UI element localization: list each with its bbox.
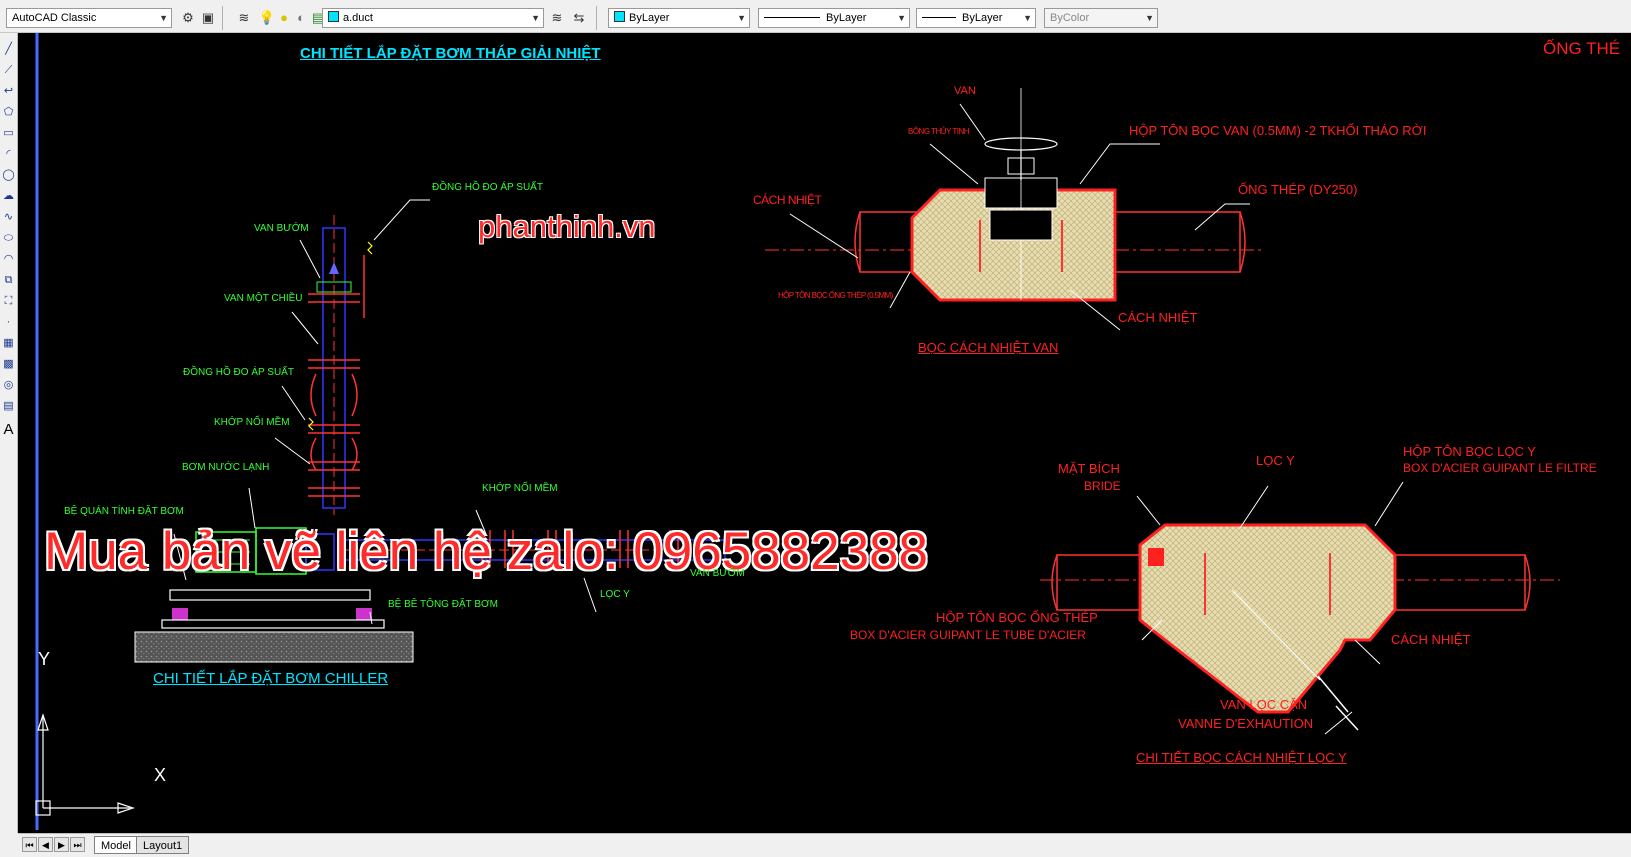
construction-line-icon[interactable]: ⟋ <box>2 64 15 77</box>
properties-toolbar: AutoCAD Classic ▼ ⚙ ▣ ≋ 💡 ● ◐ ▤ a.duct ▼ ≋… <box>0 0 1631 33</box>
lineweight-select[interactable]: ByLayer ▼ <box>916 8 1036 28</box>
layout-tabs-bar: ⏮ ◀ ▶ ⏭ Model Layout1 <box>18 833 1631 857</box>
valve-insulation-detail <box>765 88 1265 331</box>
linetype-preview <box>764 17 820 18</box>
linetype-value: ByLayer <box>826 12 867 24</box>
multiline-text-icon[interactable]: A <box>2 422 15 437</box>
layer-color-swatch <box>328 11 339 22</box>
first-tab-icon[interactable]: ⏮ <box>22 837 37 852</box>
next-tab-icon[interactable]: ▶ <box>54 837 69 852</box>
arc-icon[interactable]: ◜ <box>2 148 15 161</box>
point-icon[interactable]: · <box>2 316 15 329</box>
layer-freeze-icon[interactable]: ● <box>275 9 293 27</box>
workspace-settings-icon[interactable]: ⚙ <box>179 9 197 27</box>
region-icon[interactable]: ◎ <box>2 379 15 392</box>
ellipse-icon[interactable]: ⬭ <box>2 232 15 245</box>
chevron-down-icon: ▼ <box>531 13 540 23</box>
table-icon[interactable]: ▤ <box>2 400 15 413</box>
drawing-canvas[interactable]: CHI TIẾT LẮP ĐẶT BƠM THÁP GIẢI NHIỆT ỐNG… <box>18 33 1631 833</box>
linetype-select[interactable]: ByLayer ▼ <box>758 8 910 28</box>
draw-toolbar: ╱ ⟋ ↩ ⬠ ▭ ◜ ◯ ☁ ∿ ⬭ ◠ ⧉ ⛶ · ▦ ▩ ◎ ▤ A <box>0 33 18 833</box>
revision-cloud-icon[interactable]: ☁ <box>2 190 15 203</box>
circle-icon[interactable]: ◯ <box>2 169 15 182</box>
layer-lock-icon[interactable]: ◐ <box>292 9 310 27</box>
ellipse-arc-icon[interactable]: ◠ <box>2 253 15 266</box>
tab-model[interactable]: Model <box>94 836 138 854</box>
make-current-layer-icon[interactable]: ≋ <box>548 9 566 27</box>
layer-select[interactable]: a.duct ▼ <box>322 8 544 28</box>
layer-previous-icon[interactable]: ⇆ <box>570 9 588 27</box>
chevron-down-icon: ▼ <box>737 13 746 23</box>
toolbar-separator <box>596 6 597 30</box>
ucs-icon <box>35 713 135 816</box>
chevron-down-icon: ▼ <box>1023 13 1032 23</box>
lineweight-value: ByLayer <box>962 12 1003 24</box>
polygon-icon[interactable]: ⬠ <box>2 106 15 119</box>
rectangle-icon[interactable]: ▭ <box>2 127 15 140</box>
drawing-svg <box>35 33 1560 830</box>
color-value: ByLayer <box>629 12 670 24</box>
layer-on-icon[interactable]: 💡 <box>258 9 276 27</box>
polyline-icon[interactable]: ↩ <box>2 85 15 98</box>
workspace-select[interactable]: AutoCAD Classic ▼ <box>6 8 172 28</box>
lineweight-preview <box>922 17 956 18</box>
customize-icon[interactable]: ▣ <box>199 9 217 27</box>
plotstyle-select[interactable]: ByColor ▼ <box>1044 8 1158 28</box>
toolbar-separator <box>222 6 223 30</box>
hatch-icon[interactable]: ▦ <box>2 337 15 350</box>
chevron-down-icon: ▼ <box>159 13 168 23</box>
layer-manager-icon[interactable]: ≋ <box>235 9 253 27</box>
line-icon[interactable]: ╱ <box>2 43 15 56</box>
workspace-value: AutoCAD Classic <box>12 12 97 24</box>
tab-layout1[interactable]: Layout1 <box>136 836 190 854</box>
gradient-icon[interactable]: ▩ <box>2 358 15 371</box>
chevron-down-icon: ▼ <box>897 13 906 23</box>
make-block-icon[interactable]: ⛶ <box>2 295 15 308</box>
insert-block-icon[interactable]: ⧉ <box>2 274 15 287</box>
spline-icon[interactable]: ∿ <box>2 211 15 224</box>
color-select[interactable]: ByLayer ▼ <box>608 8 750 28</box>
y-filter-insulation-detail <box>1040 481 1560 735</box>
plotstyle-value: ByColor <box>1050 12 1090 24</box>
prev-tab-icon[interactable]: ◀ <box>38 837 53 852</box>
chevron-down-icon: ▼ <box>1145 13 1154 23</box>
layer-value: a.duct <box>343 12 373 24</box>
color-swatch <box>614 11 625 22</box>
pump-assembly <box>134 199 726 663</box>
last-tab-icon[interactable]: ⏭ <box>70 837 85 852</box>
